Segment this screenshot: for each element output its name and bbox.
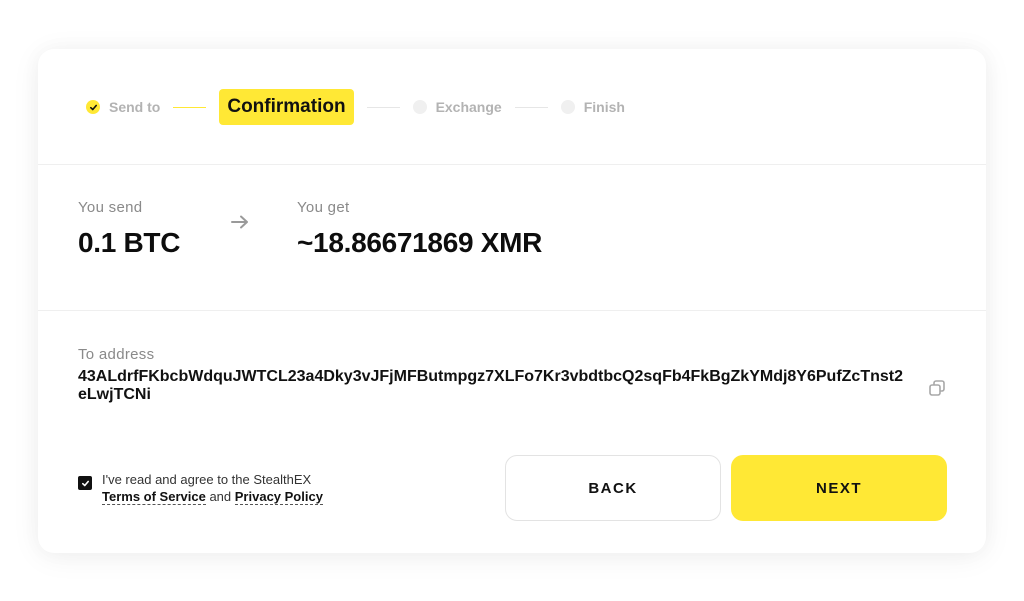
agreement-conjunction: and [209,489,232,504]
check-circle-icon [86,100,100,114]
terms-of-service-link[interactable]: Terms of Service [102,489,206,505]
address-label: To address [78,346,155,363]
back-button[interactable]: BACK [505,455,721,521]
step-finish: Finish [560,99,625,115]
step-label: Exchange [435,99,502,115]
copy-icon[interactable] [928,379,946,397]
next-button[interactable]: NEXT [731,455,947,521]
pending-circle-icon [412,100,427,114]
send-summary: You send 0.1 BTC [78,199,180,259]
step-send-to[interactable]: Send to [86,99,160,115]
step-label: Send to [109,99,161,115]
agreement-text: I've read and agree to the StealthEX Ter… [102,471,323,505]
agreement: I've read and agree to the StealthEX Ter… [78,471,323,505]
pending-circle-icon [560,100,575,114]
get-label: You get [297,199,350,216]
send-label: You send [78,199,143,216]
step-confirmation: Confirmation [219,89,354,125]
privacy-policy-link[interactable]: Privacy Policy [234,489,323,505]
address-value: 43ALdrfFKbcbWdquJWTCL23a4Dky3vJFjMFButmp… [78,368,903,403]
stepper: Send to Confirmation Exchange Finish [86,89,625,125]
agreement-prefix: I've read and agree to the StealthEX [102,472,312,487]
address-section: To address 43ALdrfFKbcbWdquJWTCL23a4Dky3… [78,346,918,404]
step-exchange: Exchange [412,99,502,115]
arrow-right-icon [231,215,248,229]
divider [38,164,986,165]
exchange-confirmation-card: Send to Confirmation Exchange Finish You… [38,49,986,553]
send-amount: 0.1 BTC [78,227,181,258]
step-connector [366,106,400,108]
get-summary: You get ~18.86671869 XMR [297,199,542,259]
step-label: Finish [583,99,625,115]
agree-checkbox[interactable] [78,476,92,490]
divider [38,310,986,311]
step-connector [173,106,207,108]
step-connector [514,106,548,108]
get-amount: ~18.86671869 XMR [297,227,543,258]
